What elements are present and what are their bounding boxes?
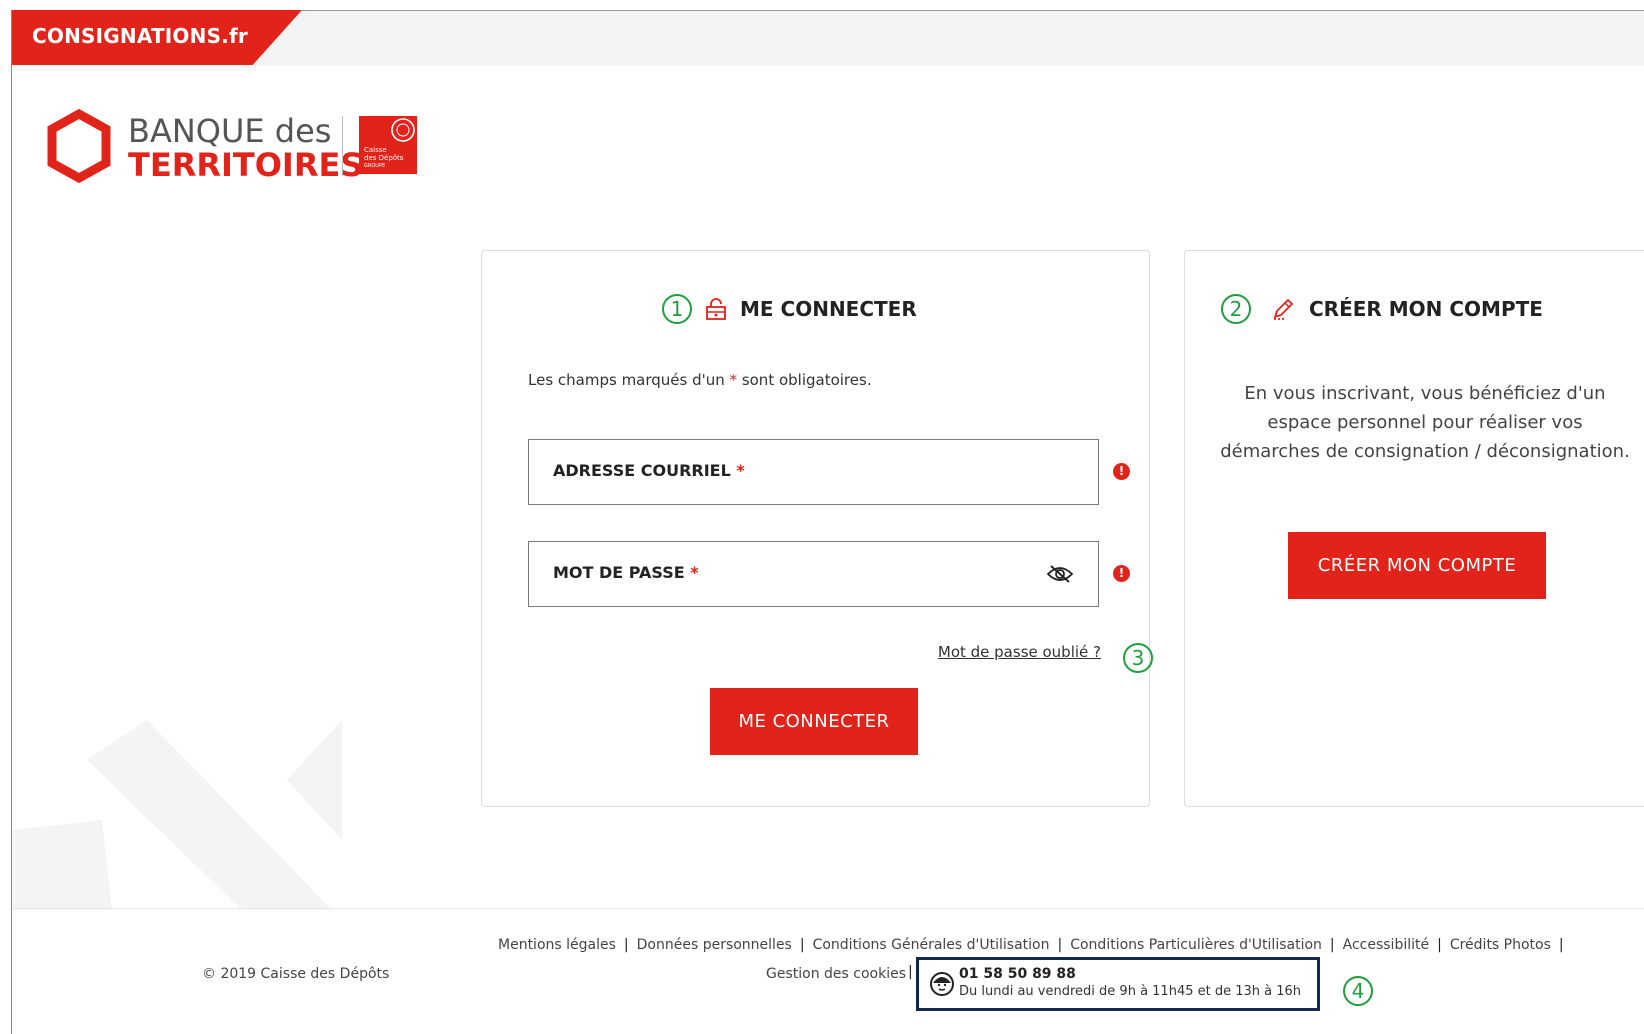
email-field-label: ADRESSE COURRIEL * [553,461,745,480]
footer-links: Mentions légales | Données personnelles | Co… [498,937,1572,953]
unlock-icon [706,298,726,320]
register-card-title: 2 CRÉER MON COMPTE [1221,294,1543,324]
contact-hours: Du lundi au vendredi de 9h à 11h45 et de… [959,984,1302,999]
footer-link-mentions-legales[interactable]: Mentions légales [498,937,616,953]
footer-separator: | [1329,937,1335,953]
mandatory-note-prefix: Les champs marqués d'un [528,371,730,389]
support-agent-icon [930,972,954,996]
footer-link-cpu[interactable]: Conditions Particulières d'Utilisation [1070,937,1322,953]
footer-separator: | [623,937,629,953]
register-description: En vous inscrivant, vous bénéficiez d'un… [1220,383,1630,462]
footer-separator: | [799,937,805,953]
hide-password-icon[interactable] [1046,564,1074,584]
cdc-logo-text: Caisse des Dépôts GROUPE [364,146,403,170]
mandatory-fields-note: Les champs marqués d'un * sont obligatoi… [528,371,872,389]
contact-phone-box[interactable]: 01 58 50 89 88 Du lundi au vendredi de 9… [916,957,1320,1011]
footer-link-accessibilite[interactable]: Accessibilité [1343,937,1429,953]
login-card: 1 ME CONNECTER Les champs marqués d'un *… [481,250,1153,807]
password-label-text: MOT DE PASSE [553,563,685,582]
login-card-title: 1 ME CONNECTER [662,294,917,324]
step-marker-1: 1 [662,294,692,324]
footer-copyright: © 2019 Caisse des Dépôts [202,966,390,982]
footer-separator: | [1057,937,1063,953]
footer-divider [12,908,1644,909]
step-marker-4: 4 [1343,976,1373,1006]
email-label-text: ADRESSE COURRIEL [553,461,731,480]
mandatory-note-suffix: sont obligatoires. [737,371,872,389]
caisse-des-depots-logo: Caisse des Dépôts GROUPE [359,116,417,174]
create-account-button[interactable]: CRÉER MON COMPTE [1288,532,1546,599]
email-required-star: * [736,461,745,480]
register-card: 2 CRÉER MON COMPTE En vous inscrivant, v… [1184,250,1644,807]
footer-link-cookies[interactable]: Gestion des cookies [766,966,906,982]
footer-separator: | [908,964,913,980]
footer-link-credits-photos[interactable]: Crédits Photos [1450,937,1551,953]
brand-tab[interactable]: CONSIGNATIONS.fr [12,10,302,65]
cdc-line-2: des Dépôts [364,154,404,162]
login-title-text: ME CONNECTER [740,297,917,321]
cdc-emblem-icon [391,118,415,142]
password-required-star: * [690,563,699,582]
register-title-text: CRÉER MON COMPTE [1309,297,1543,321]
step-marker-3: 3 [1123,643,1153,673]
cdc-line-3: GROUPE [364,163,386,169]
brand-tab-label: CONSIGNATIONS.fr [32,24,248,48]
page: CONSIGNATIONS.fr BANQUE des TERRITOIRES … [0,0,1644,1034]
footer-separator: | [1437,937,1442,953]
password-field[interactable]: MOT DE PASSE * [528,541,1099,607]
hexagon-logo-icon [47,108,111,184]
pencil-icon [1273,298,1294,320]
forgot-password-link[interactable]: Mot de passe oublié ? [938,643,1101,661]
logo-text-territoires: TERRITOIRES [128,146,364,184]
password-error-icon: ! [1113,565,1130,582]
mandatory-note-star: * [729,371,738,389]
footer-link-donnees-personnelles[interactable]: Données personnelles [637,937,792,953]
contact-phone-number: 01 58 50 89 88 [959,966,1076,982]
password-field-label: MOT DE PASSE * [553,563,699,582]
cdc-line-1: Caisse [364,146,387,154]
footer-link-cgu[interactable]: Conditions Générales d'Utilisation [813,937,1050,953]
logo-divider [342,116,343,176]
email-field[interactable]: ADRESSE COURRIEL * [528,439,1099,505]
step-marker-2: 2 [1221,294,1251,324]
decorative-background-shape [12,720,342,910]
login-button[interactable]: ME CONNECTER [710,688,918,755]
logo-text-banque: BANQUE des [128,112,332,150]
email-error-icon: ! [1113,463,1130,480]
footer-separator: | [1558,937,1564,953]
